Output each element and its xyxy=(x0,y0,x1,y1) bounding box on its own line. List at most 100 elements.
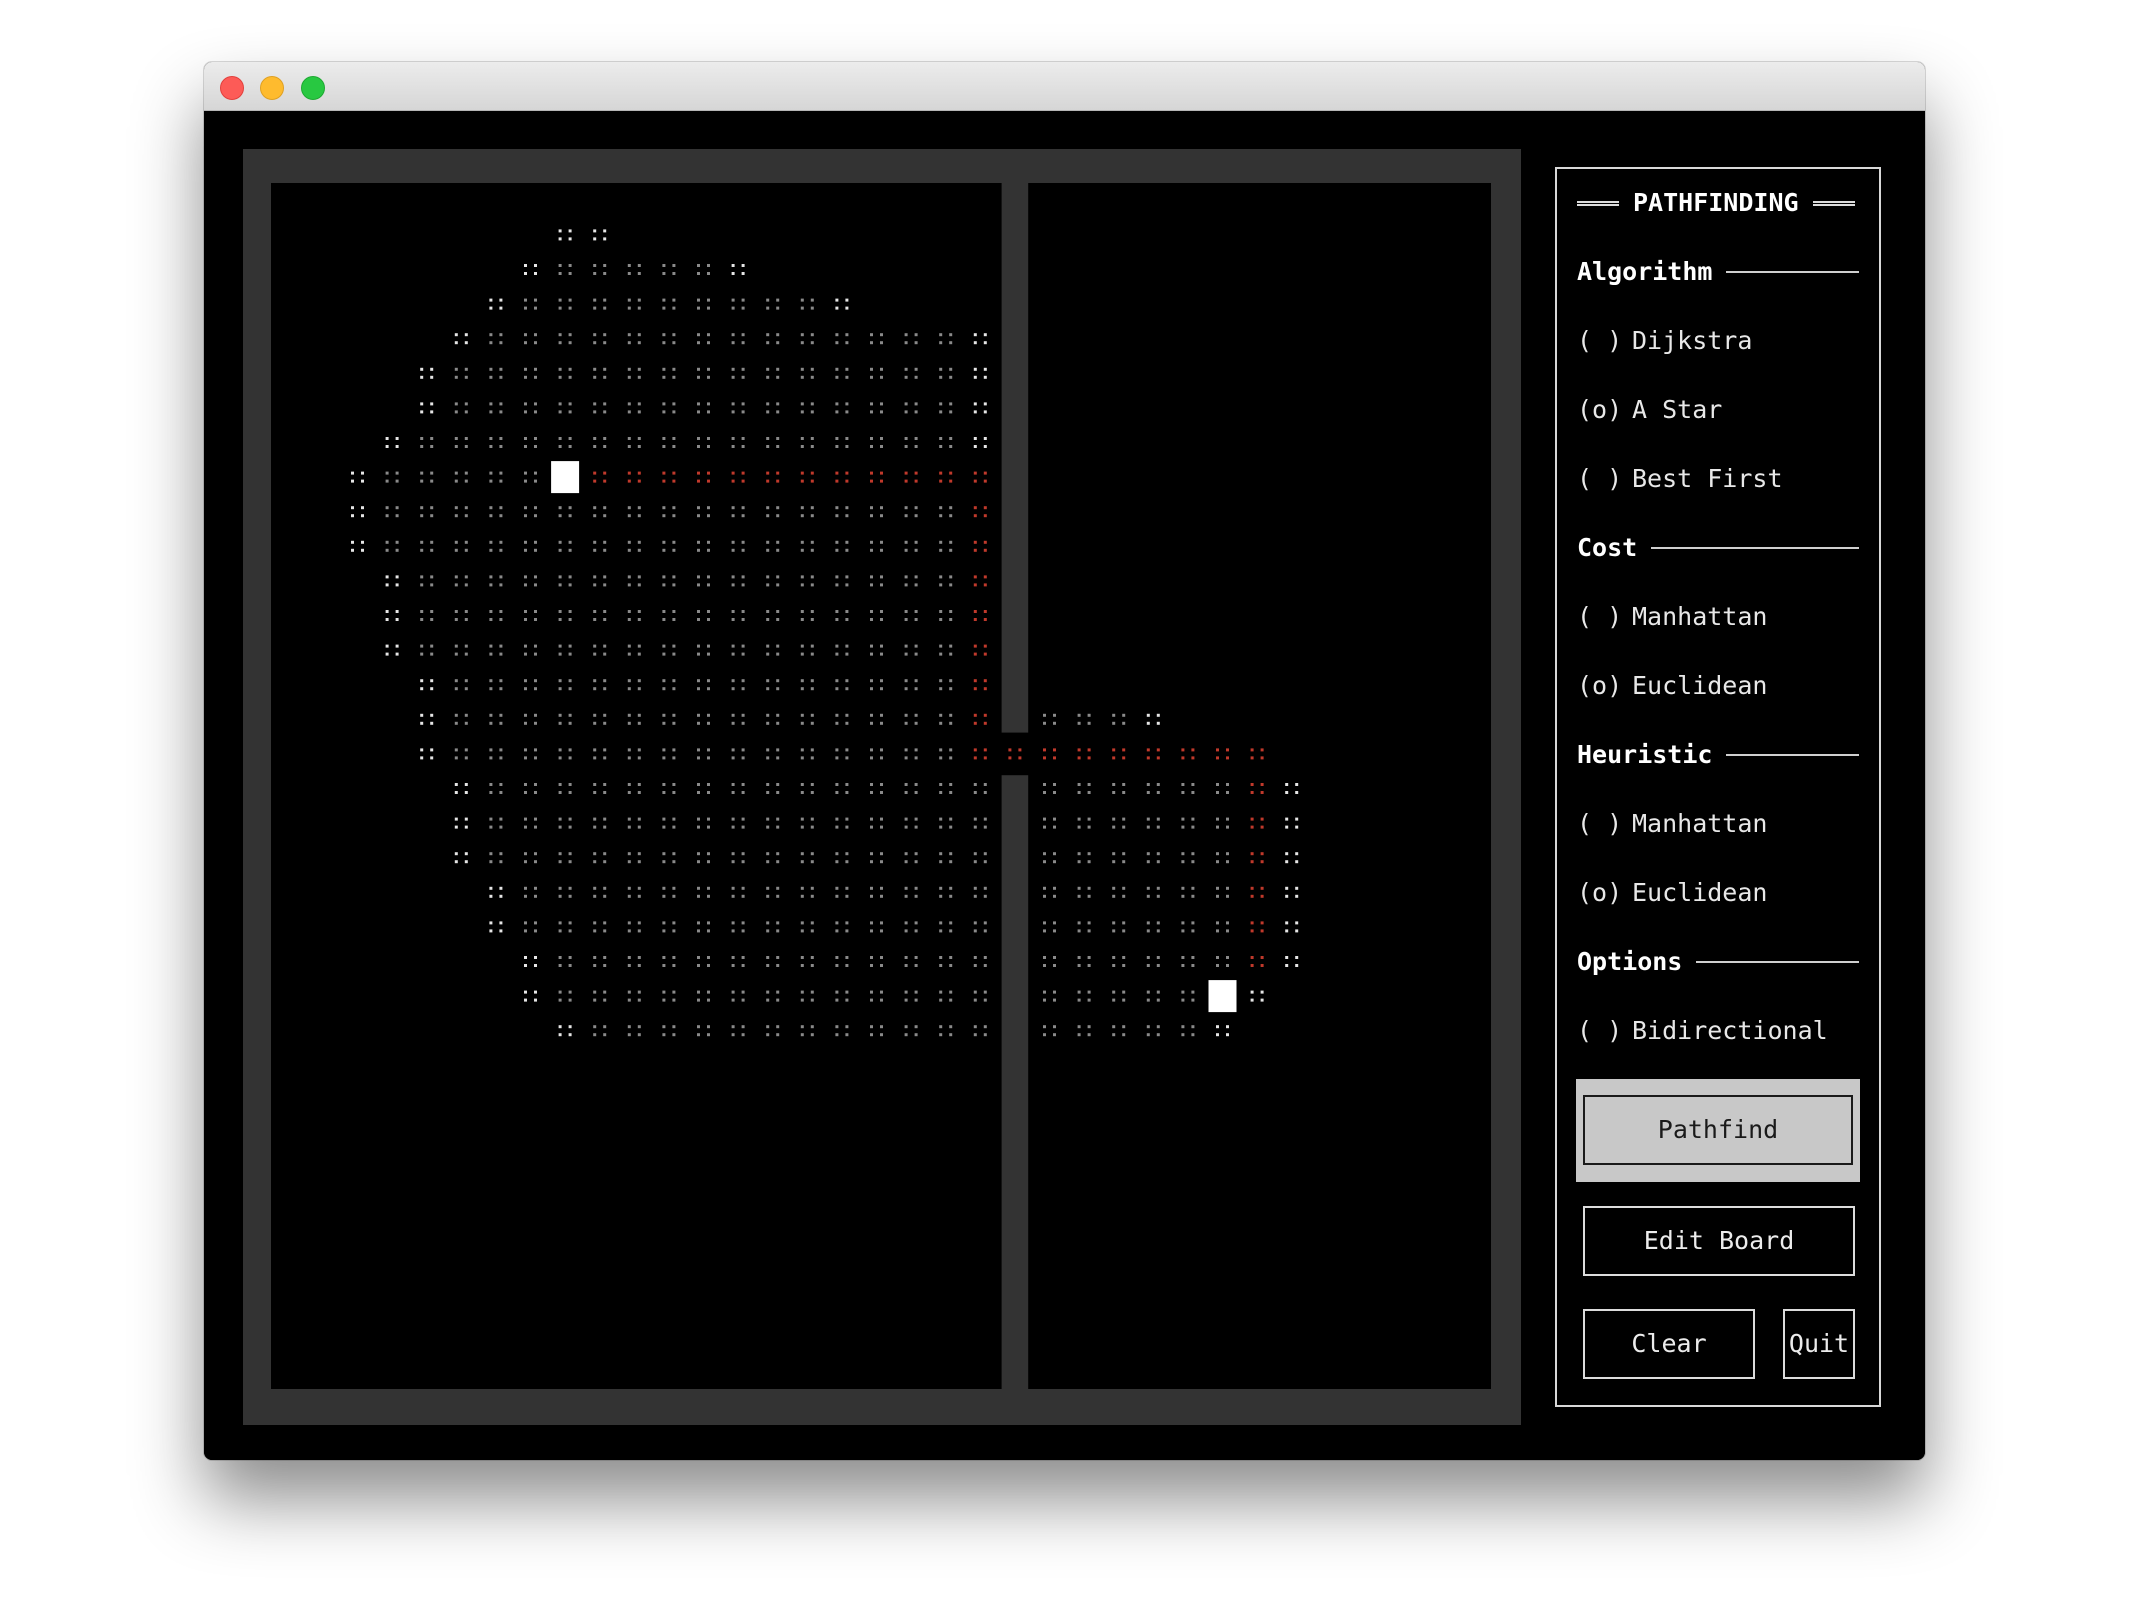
explored-cell xyxy=(766,964,770,967)
explored-cell xyxy=(637,375,641,379)
wall-segment-bottom xyxy=(1001,775,1029,1389)
explored-cell xyxy=(880,575,883,579)
app-window: PATHFINDING Algorithm ( ) Dijkstra (o) A S… xyxy=(204,62,1925,1460)
explored-cell xyxy=(524,652,527,656)
explored-cell xyxy=(430,402,434,406)
checkbox-bidirectional[interactable]: ( ) Bidirectional xyxy=(1577,1013,1859,1049)
explored-cell xyxy=(845,652,849,656)
explored-cell xyxy=(835,817,839,821)
explored-cell xyxy=(420,721,424,725)
explored-cell xyxy=(1122,817,1126,821)
explored-cell xyxy=(845,1025,849,1029)
path-cell xyxy=(1077,748,1081,752)
explored-cell xyxy=(489,713,493,717)
explored-cell xyxy=(973,410,977,414)
radio-mark: ( ) xyxy=(1577,602,1623,631)
explored-cell xyxy=(1077,964,1081,967)
explored-cell xyxy=(973,333,977,337)
pathfinding-board[interactable] xyxy=(271,183,1491,1389)
explored-cell xyxy=(741,964,745,967)
explored-cell xyxy=(1053,713,1056,717)
explored-cell xyxy=(568,306,572,310)
explored-cell xyxy=(464,721,468,725)
quit-button[interactable]: Quit xyxy=(1783,1309,1855,1379)
radio-dijkstra[interactable]: ( ) Dijkstra xyxy=(1577,323,1859,359)
explored-cell xyxy=(568,894,572,898)
explored-cell xyxy=(662,990,666,994)
radio-heuristic-manhattan[interactable]: ( ) Manhattan xyxy=(1577,806,1859,842)
radio-cost-manhattan[interactable]: ( ) Manhattan xyxy=(1577,599,1859,635)
explored-cell xyxy=(534,410,537,414)
explored-cell xyxy=(603,540,607,544)
explored-cell xyxy=(662,852,666,856)
explored-cell xyxy=(534,860,537,864)
radio-cost-euclidean[interactable]: (o) Euclidean xyxy=(1577,668,1859,704)
explored-cell xyxy=(603,575,607,579)
explored-cell xyxy=(949,644,953,648)
explored-cell xyxy=(524,410,527,414)
explored-cell xyxy=(870,687,873,691)
explored-cell xyxy=(835,998,839,1002)
explored-cell xyxy=(697,783,700,786)
close-window-button[interactable] xyxy=(220,76,244,100)
explored-cell xyxy=(603,756,607,760)
explored-cell xyxy=(800,618,804,621)
path-cell xyxy=(880,471,883,475)
explored-cell xyxy=(741,852,745,856)
explored-cell xyxy=(949,998,953,1002)
explored-cell xyxy=(1216,817,1219,821)
explored-cell xyxy=(1053,791,1056,794)
explored-cell xyxy=(973,367,977,371)
explored-cell xyxy=(835,1025,839,1029)
explored-cell xyxy=(1295,860,1299,864)
explored-cell xyxy=(385,479,389,483)
explored-cell xyxy=(1112,964,1116,967)
explored-cell xyxy=(949,886,953,890)
explored-cell xyxy=(904,817,908,821)
explored-cell xyxy=(1053,998,1056,1002)
explored-cell xyxy=(489,410,493,414)
radio-a-star[interactable]: (o) A Star xyxy=(1577,392,1859,428)
explored-cell xyxy=(524,721,527,725)
explored-cell xyxy=(489,644,493,648)
explored-cell xyxy=(499,333,503,337)
explored-cell xyxy=(558,825,562,829)
pathfind-button[interactable]: Pathfind xyxy=(1583,1095,1853,1165)
explored-cell xyxy=(766,679,770,683)
explored-cell xyxy=(395,548,399,552)
clear-button[interactable]: Clear xyxy=(1583,1309,1755,1379)
path-cell xyxy=(983,679,987,683)
explored-cell xyxy=(558,956,562,959)
explored-cell xyxy=(800,610,804,613)
explored-cell xyxy=(697,341,700,345)
board-grid[interactable] xyxy=(271,183,1491,1389)
explored-cell xyxy=(973,860,977,864)
explored-cell xyxy=(766,445,770,448)
explored-cell xyxy=(973,990,977,994)
minimize-window-button[interactable] xyxy=(260,76,284,100)
section-label: Options xyxy=(1577,947,1683,976)
explored-cell xyxy=(870,817,873,821)
explored-cell xyxy=(420,375,424,379)
explored-cell xyxy=(662,333,666,337)
path-cell xyxy=(1250,921,1254,925)
explored-cell xyxy=(1146,860,1150,864)
explored-cell xyxy=(1191,929,1195,933)
radio-heuristic-euclidean[interactable]: (o) Euclidean xyxy=(1577,875,1859,911)
explored-cell xyxy=(1285,886,1289,890)
explored-cell xyxy=(568,860,572,864)
explored-cell xyxy=(1112,817,1116,821)
path-cell xyxy=(766,471,770,475)
zoom-window-button[interactable] xyxy=(301,76,325,100)
explored-cell xyxy=(741,713,745,717)
explored-cell xyxy=(731,687,735,691)
explored-cell xyxy=(454,575,458,579)
explored-cell xyxy=(904,921,908,925)
explored-cell xyxy=(489,652,493,656)
explored-cell xyxy=(810,341,814,345)
edit-board-button[interactable]: Edit Board xyxy=(1583,1206,1855,1276)
explored-cell xyxy=(385,506,389,510)
explored-cell xyxy=(558,264,562,267)
explored-cell xyxy=(870,375,873,379)
radio-best-first[interactable]: ( ) Best First xyxy=(1577,461,1859,497)
